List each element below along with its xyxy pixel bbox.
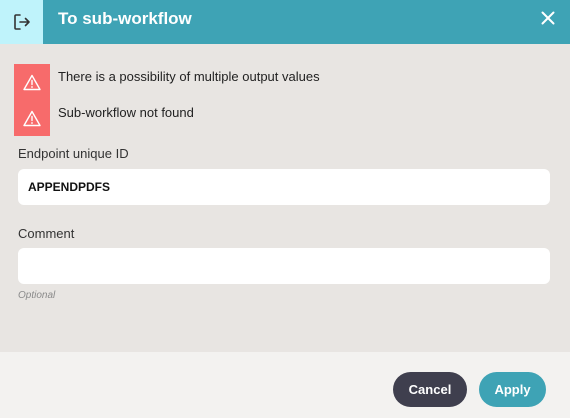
cancel-button[interactable]: Cancel	[393, 372, 467, 407]
close-icon[interactable]	[541, 11, 555, 25]
endpoint-id-input[interactable]	[18, 169, 550, 205]
warning-triangle-icon	[23, 74, 41, 90]
dialog-footer: Cancel Apply	[0, 352, 570, 418]
comment-input[interactable]	[18, 248, 550, 284]
dialog-title: To sub-workflow	[58, 9, 192, 28]
warning-badge	[14, 64, 50, 100]
dialog-body: There is a possibility of multiple outpu…	[0, 44, 570, 352]
warning-text: Sub-workflow not found	[58, 105, 194, 120]
exit-arrow-icon	[13, 14, 30, 30]
dialog-header: To sub-workflow	[0, 0, 570, 44]
endpoint-id-label: Endpoint unique ID	[18, 146, 129, 161]
warning-triangle-icon	[23, 110, 41, 126]
warning-badge	[14, 100, 50, 136]
comment-label: Comment	[18, 226, 75, 241]
apply-button[interactable]: Apply	[479, 372, 546, 407]
header-icon-box	[0, 0, 43, 44]
comment-hint: Optional	[18, 290, 56, 301]
close-button[interactable]	[536, 6, 560, 30]
warning-text: There is a possibility of multiple outpu…	[58, 69, 320, 84]
